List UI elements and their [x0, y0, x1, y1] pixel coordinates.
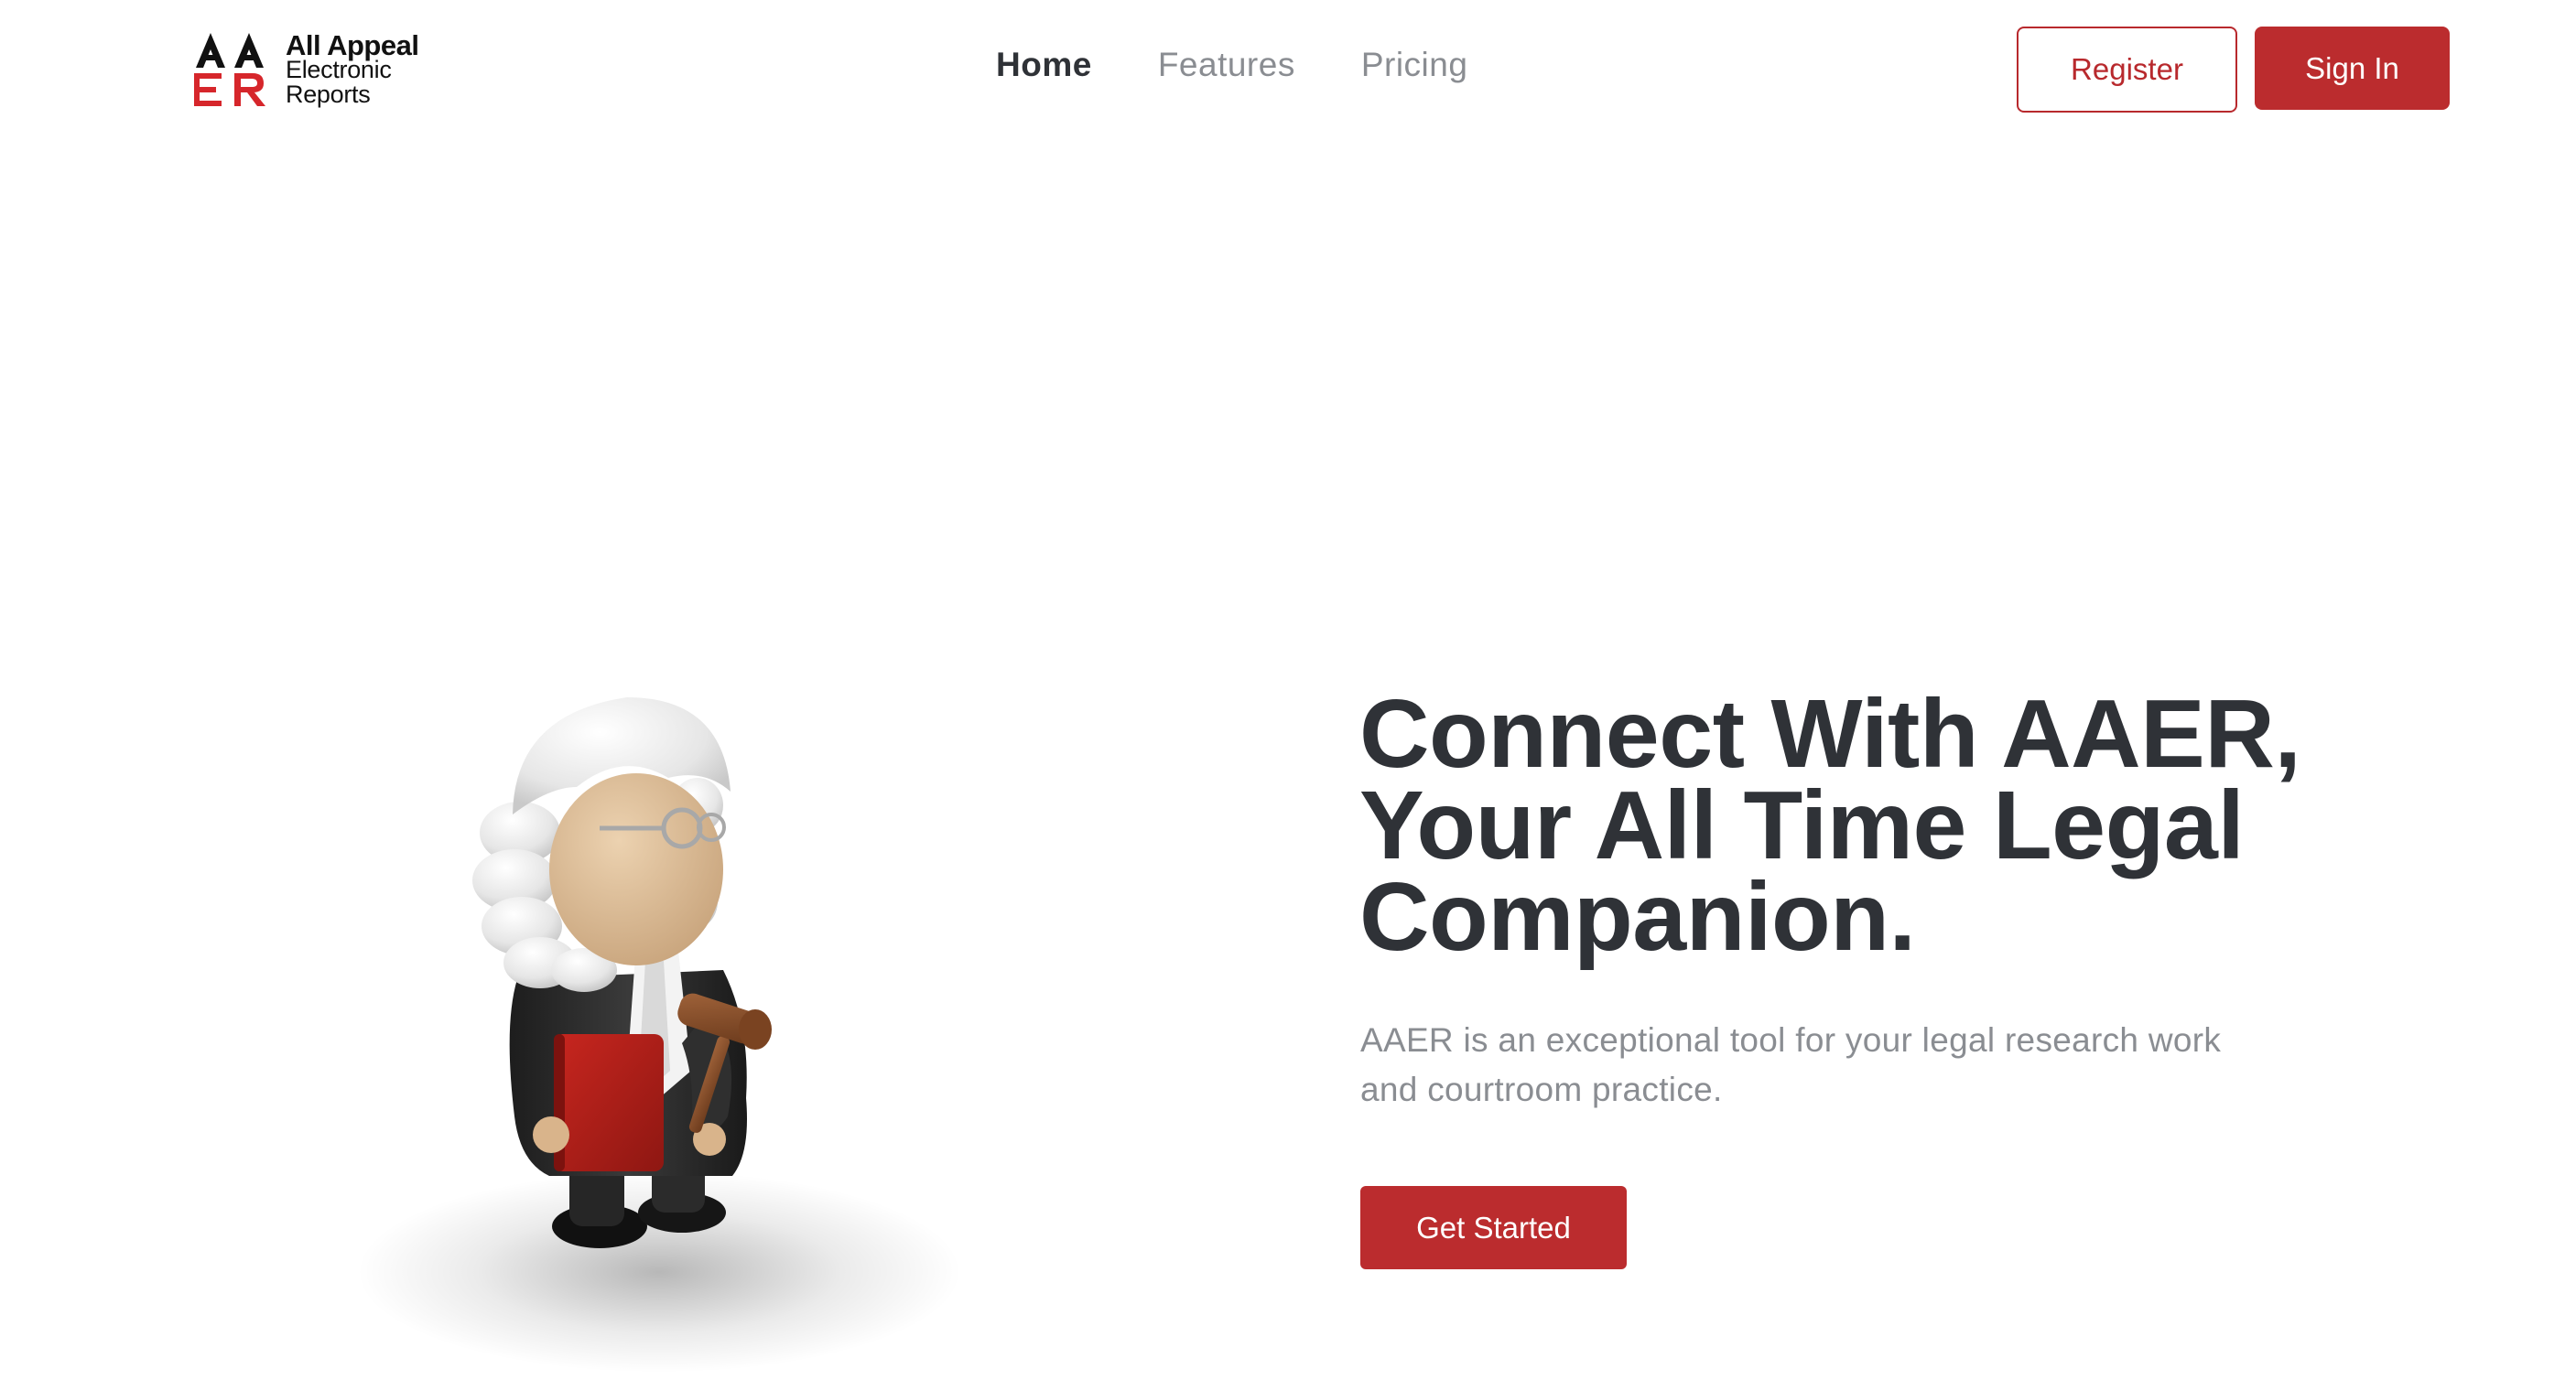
hero-title-line-3: Companion. [1359, 863, 1916, 971]
landing-page: All Appeal Electronic Reports Home Featu… [0, 0, 2576, 1380]
judge-mascot-icon [357, 697, 961, 1373]
logo-line-2: Electronic [286, 56, 392, 83]
brand-logo[interactable]: All Appeal Electronic Reports [194, 31, 441, 110]
hero-subtitle-line-1: AAER is an exceptional tool for your leg… [1360, 1021, 2222, 1059]
register-button[interactable]: Register [2017, 27, 2237, 113]
hero-title: Connect With AAER, Your All Time Legal C… [1359, 685, 2366, 965]
main-nav: Home Features Pricing [996, 46, 1467, 84]
get-started-button[interactable]: Get Started [1360, 1186, 1627, 1269]
hero-subtitle: AAER is an exceptional tool for your leg… [1360, 1016, 2331, 1115]
nav-pricing-link[interactable]: Pricing [1361, 46, 1468, 84]
logo-wordmark: All Appeal Electronic Reports [286, 29, 419, 108]
sign-in-button[interactable]: Sign In [2255, 27, 2450, 110]
nav-home-link[interactable]: Home [996, 46, 1092, 84]
logo-line-1: All Appeal [286, 29, 419, 61]
nav-features-link[interactable]: Features [1158, 46, 1295, 84]
logo-line-3: Reports [286, 81, 371, 108]
aaer-logo-icon [194, 33, 265, 106]
hero-subtitle-line-2: and courtroom practice. [1360, 1071, 1723, 1108]
